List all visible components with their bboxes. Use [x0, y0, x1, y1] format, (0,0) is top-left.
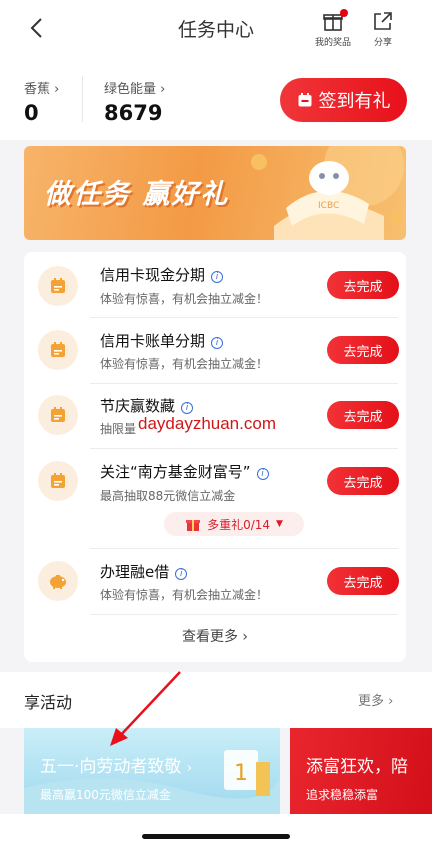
task-list: 信用卡现金分期 i 体验有惊喜，有机会抽立减金！ 去完成 信用卡账单分期 i 体验有… [24, 252, 406, 662]
activities-header: 享活动 更多 › [0, 672, 432, 728]
promo-banner[interactable]: ICBC 做任务 赢好礼 [24, 146, 406, 240]
banana-stat[interactable]: 香蕉 › 0 [24, 78, 59, 125]
info-icon[interactable]: i [175, 568, 188, 580]
complete-task-button[interactable]: 去完成 [327, 271, 399, 299]
divider [90, 614, 398, 615]
logo-text: ICBC [318, 201, 339, 211]
divider [82, 76, 83, 122]
bottom-safe-area [0, 814, 432, 850]
divider [90, 548, 398, 549]
chevron-right-icon: › [242, 629, 249, 645]
piggy-bank-icon [38, 561, 78, 601]
divider [90, 383, 398, 384]
multi-gift-label: 多重礼0/14 [207, 517, 271, 532]
calendar-icon [298, 93, 311, 107]
chevron-down-icon: ▼ [276, 519, 283, 529]
promo-subtitle: 追求稳稳添富 [306, 788, 379, 802]
pointer-arrow [110, 671, 181, 746]
banner-text: 做任务 赢好礼 [44, 179, 230, 210]
sign-in-label: 签到有礼 [318, 91, 391, 112]
promo-title: 五一·向劳动者致敬 › [40, 757, 193, 777]
share-label: 分享 [373, 38, 392, 48]
multi-gift-badge[interactable]: 多重礼0/14 ▼ [164, 512, 304, 536]
info-icon[interactable]: i [211, 271, 224, 283]
task-title: 节庆赢数藏 i [100, 395, 194, 416]
chevron-right-icon: › [160, 82, 166, 97]
promo-subtitle: 最高赢100元微信立减金 [40, 788, 171, 802]
watermark-text: daydayzhuan.com [138, 414, 276, 433]
share-icon [374, 12, 392, 30]
calendar-icon [38, 461, 78, 501]
activities-title: 享活动 [24, 693, 73, 712]
promo-card-tianfu[interactable]: 添富狂欢，陪 追求稳稳添富 [290, 728, 432, 814]
promo-title: 添富狂欢，陪 [306, 757, 408, 777]
my-prizes-button[interactable]: 我的奖品 [308, 9, 358, 48]
calendar-icon [38, 330, 78, 370]
complete-task-button[interactable]: 去完成 [327, 336, 399, 364]
task-title: 关注“南方基金财富号” i [100, 461, 269, 482]
task-title: 信用卡现金分期 i [100, 264, 224, 285]
energy-label: 绿色能量 [104, 82, 157, 97]
task-title: 信用卡账单分期 i [100, 330, 224, 351]
banana-value: 0 [24, 101, 39, 125]
home-indicator[interactable] [142, 834, 290, 839]
complete-task-button[interactable]: 去完成 [327, 401, 399, 429]
task-description: 抽限量 [100, 422, 137, 436]
gift-icon [186, 520, 201, 531]
green-energy-stat[interactable]: 绿色能量 › 8679 [104, 78, 165, 125]
complete-task-button[interactable]: 去完成 [327, 467, 399, 495]
see-more-link[interactable]: 查看更多 › [24, 626, 406, 646]
task-description: 最高抽取88元微信立减金 [100, 489, 236, 503]
chevron-right-icon: › [54, 82, 60, 97]
banana-label: 香蕉 [24, 82, 51, 97]
svg-text:1: 1 [234, 761, 248, 786]
complete-task-button[interactable]: 去完成 [327, 567, 399, 595]
activities-more-link[interactable]: 更多 › [358, 690, 393, 709]
energy-value: 8679 [104, 101, 163, 125]
calendar-icon [38, 266, 78, 306]
task-description: 体验有惊喜，有机会抽立减金！ [100, 357, 269, 371]
sign-in-button[interactable]: 签到有礼 [280, 78, 407, 122]
notification-dot [340, 9, 348, 17]
task-description: 体验有惊喜，有机会抽立减金！ [100, 292, 269, 306]
divider [90, 448, 398, 449]
calendar-icon [38, 395, 78, 435]
info-icon[interactable]: i [256, 468, 269, 480]
task-title: 办理融e借 i [100, 561, 188, 582]
header-bar: 任务中心 我的奖品 分享 [0, 0, 432, 56]
my-prizes-label: 我的奖品 [314, 38, 351, 48]
info-icon[interactable]: i [181, 402, 194, 414]
divider [90, 317, 398, 318]
info-icon[interactable]: i [211, 337, 224, 349]
chevron-right-icon: › [388, 694, 394, 709]
share-button[interactable]: 分享 [358, 10, 408, 48]
chevron-right-icon: › [186, 761, 193, 776]
task-description: 体验有惊喜，有机会抽立减金！ [100, 588, 269, 602]
